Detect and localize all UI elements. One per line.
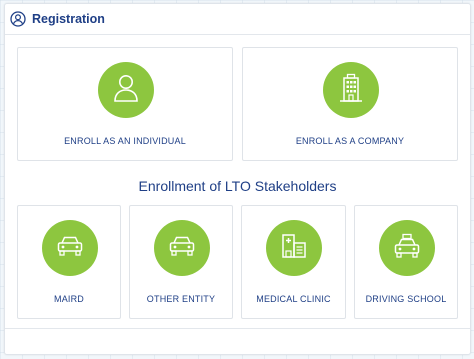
maird-card[interactable]: MAIRD [17,205,121,319]
user-circle-icon [10,11,26,27]
medical-clinic-card[interactable]: MEDICAL CLINIC [241,205,346,319]
card-icon-circle [323,62,379,118]
card-icon-circle [154,220,210,276]
card-icon-circle [98,62,154,118]
card-icon-circle [379,220,435,276]
driving-school-card[interactable]: DRIVING SCHOOL [354,205,458,319]
card-icon-circle [42,220,98,276]
car-icon [56,235,84,262]
page-title: Registration [32,12,105,26]
other-entity-card[interactable]: OTHER ENTITY [129,205,233,319]
card-label: DRIVING SCHOOL [365,294,447,304]
divider [5,328,470,329]
enroll-company-card[interactable]: ENROLL AS A COMPANY [242,47,458,161]
registration-panel: Registration ENROLL AS AN INDIVIDUAL ENR… [4,3,471,355]
panel-header: Registration [5,4,470,35]
card-icon-circle [266,220,322,276]
hospital-icon [280,232,308,265]
enroll-individual-card[interactable]: ENROLL AS AN INDIVIDUAL [17,47,233,161]
building-icon [338,73,364,108]
taxi-icon [393,233,421,264]
person-icon [112,73,140,108]
section-title: Enrollment of LTO Stakeholders [138,178,337,194]
card-label: MEDICAL CLINIC [256,294,331,304]
card-label: ENROLL AS AN INDIVIDUAL [64,136,186,146]
car-icon [168,235,196,262]
card-label: OTHER ENTITY [146,294,216,304]
card-label: ENROLL AS A COMPANY [295,136,405,146]
card-label: MAIRD [54,294,84,304]
